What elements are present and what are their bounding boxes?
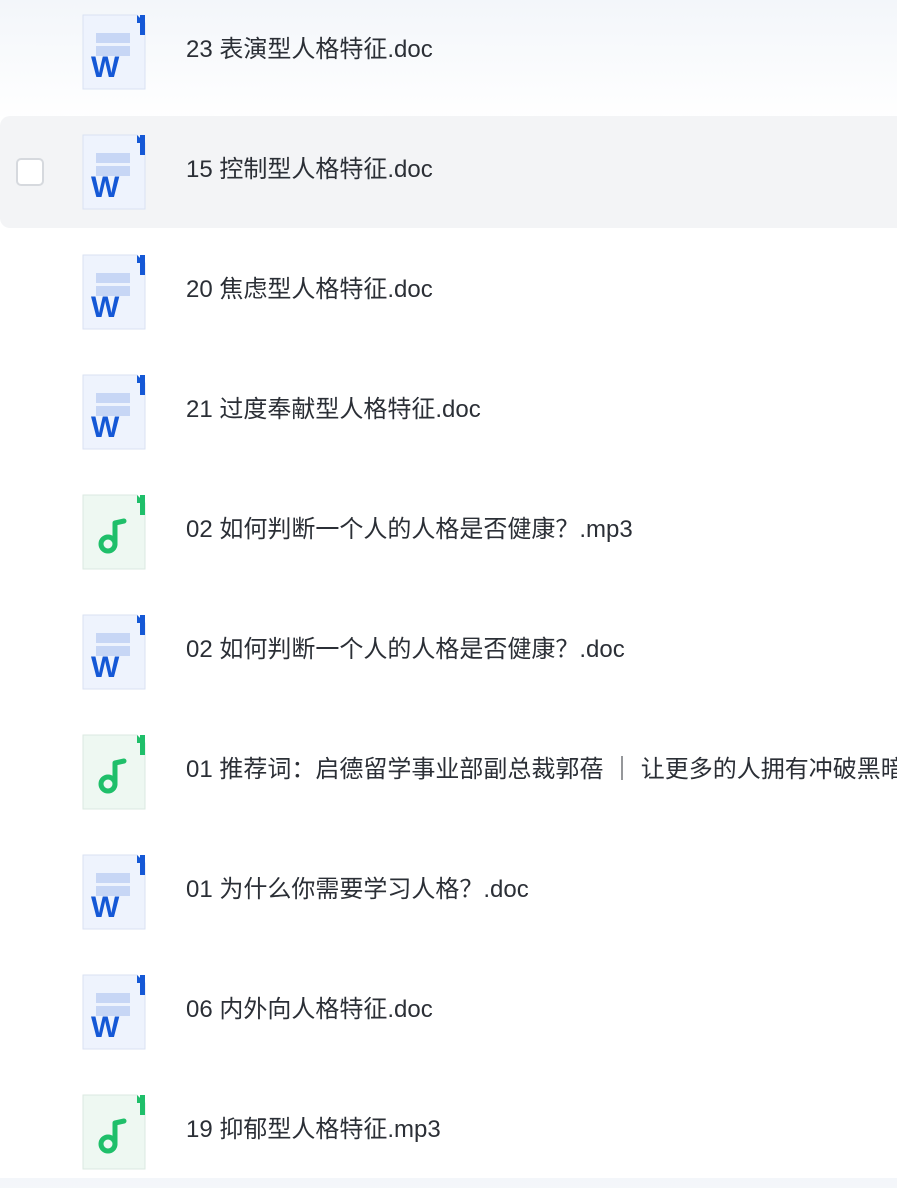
- file-row[interactable]: W 01 为什么你需要学习人格？.doc: [0, 836, 897, 948]
- svg-text:W: W: [91, 171, 120, 204]
- word-doc-icon: W: [82, 974, 146, 1050]
- svg-text:W: W: [91, 51, 120, 84]
- svg-text:W: W: [91, 891, 120, 924]
- file-row[interactable]: W 02 如何判断一个人的人格是否健康？.doc: [0, 596, 897, 708]
- svg-text:W: W: [91, 291, 120, 324]
- svg-text:W: W: [91, 651, 120, 684]
- file-name[interactable]: 02 如何判断一个人的人格是否健康？.mp3: [186, 514, 633, 546]
- file-name[interactable]: 01 为什么你需要学习人格？.doc: [186, 874, 529, 906]
- file-name[interactable]: 20 焦虑型人格特征.doc: [186, 274, 433, 306]
- word-doc-icon: W: [82, 14, 146, 90]
- file-name[interactable]: 19 抑郁型人格特征.mp3: [186, 1114, 441, 1146]
- word-doc-icon: W: [82, 854, 146, 930]
- file-name[interactable]: 01 推荐词：启德留学事业部副总裁郭蓓 ｜ 让更多的人拥有冲破黑暗: [186, 754, 897, 786]
- audio-file-icon: [82, 734, 146, 810]
- file-list: W 23 表演型人格特征.doc W 15 控制型人格特征.doc W 20 焦…: [0, 0, 897, 1178]
- file-row[interactable]: W 23 表演型人格特征.doc: [0, 0, 897, 108]
- word-doc-icon: W: [82, 614, 146, 690]
- word-doc-icon: W: [82, 374, 146, 450]
- file-row[interactable]: W 21 过度奉献型人格特征.doc: [0, 356, 897, 468]
- file-name[interactable]: 02 如何判断一个人的人格是否健康？.doc: [186, 634, 625, 666]
- audio-file-icon: [82, 494, 146, 570]
- row-checkbox[interactable]: [16, 158, 44, 186]
- file-name[interactable]: 15 控制型人格特征.doc: [186, 154, 433, 186]
- word-doc-icon: W: [82, 134, 146, 210]
- file-row[interactable]: 02 如何判断一个人的人格是否健康？.mp3: [0, 476, 897, 588]
- audio-file-icon: [82, 1094, 146, 1170]
- svg-text:W: W: [91, 411, 120, 444]
- file-name[interactable]: 06 内外向人格特征.doc: [186, 994, 433, 1026]
- file-name[interactable]: 21 过度奉献型人格特征.doc: [186, 394, 481, 426]
- file-row[interactable]: 19 抑郁型人格特征.mp3: [0, 1076, 897, 1188]
- file-name[interactable]: 23 表演型人格特征.doc: [186, 34, 433, 66]
- word-doc-icon: W: [82, 254, 146, 330]
- svg-text:W: W: [91, 1011, 120, 1044]
- file-row[interactable]: W 15 控制型人格特征.doc: [0, 116, 897, 228]
- file-row[interactable]: W 06 内外向人格特征.doc: [0, 956, 897, 1068]
- file-row[interactable]: 01 推荐词：启德留学事业部副总裁郭蓓 ｜ 让更多的人拥有冲破黑暗: [0, 716, 897, 828]
- file-row[interactable]: W 20 焦虑型人格特征.doc: [0, 236, 897, 348]
